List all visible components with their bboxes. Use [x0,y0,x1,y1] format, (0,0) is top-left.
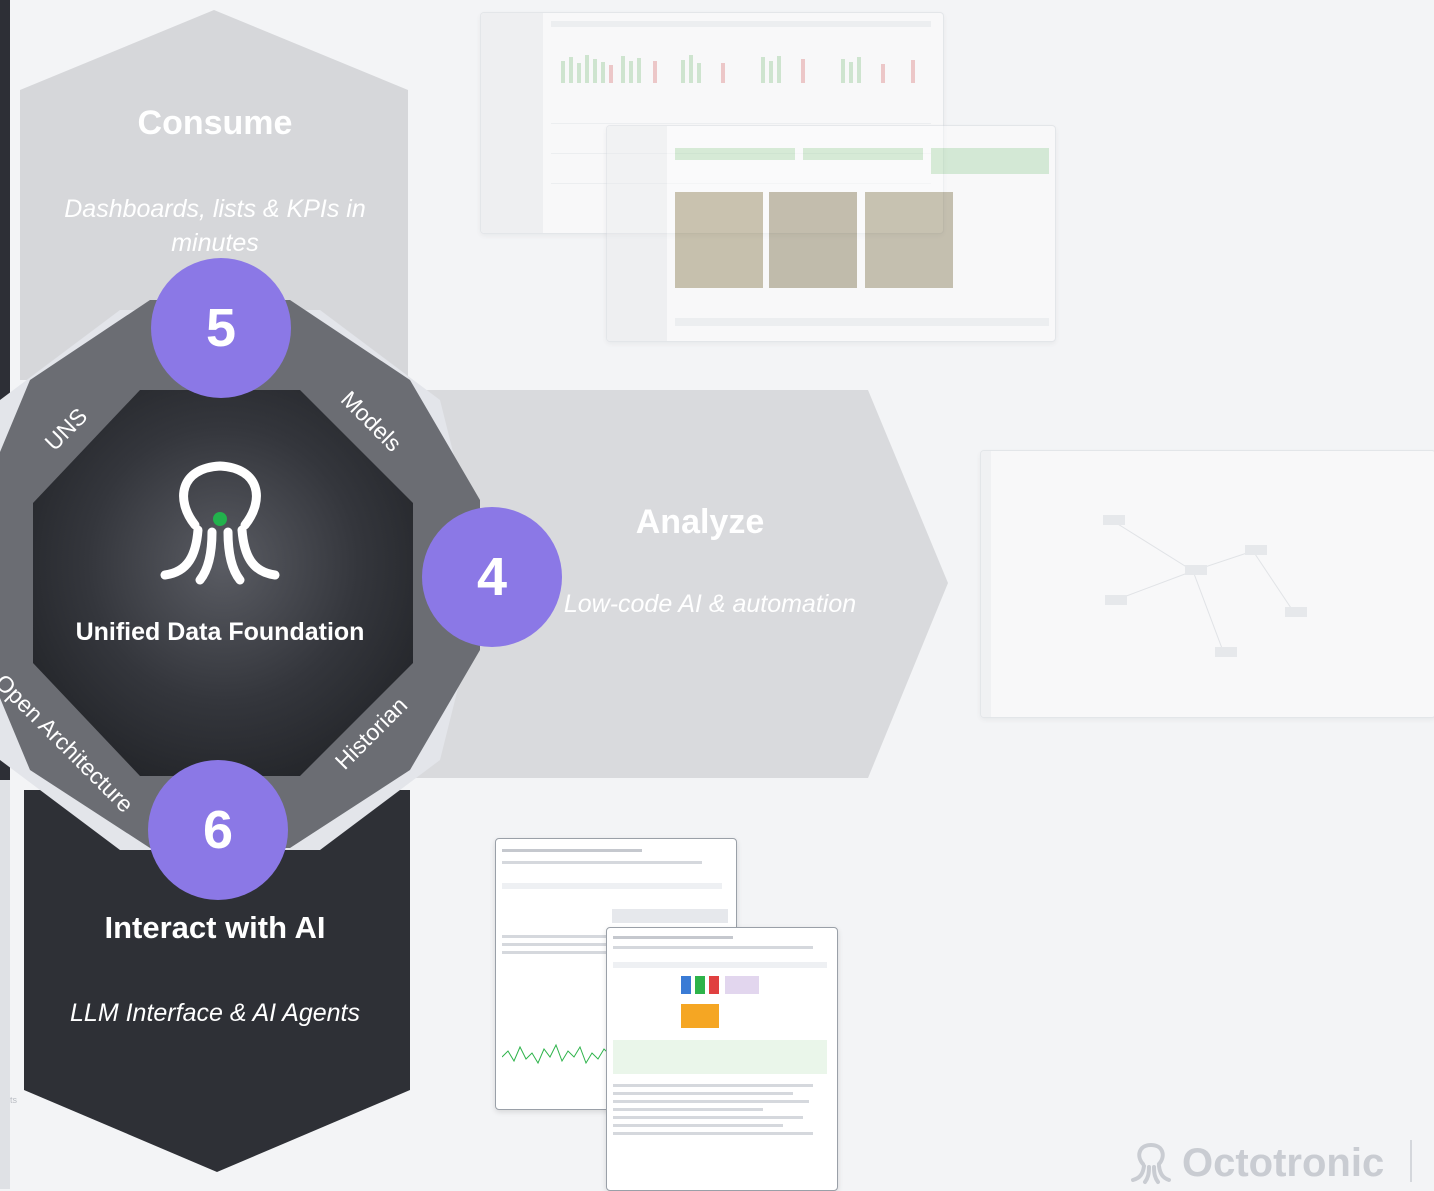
foundation-title: Unified Data Foundation [75,618,365,646]
interact-title: Interact with AI [104,910,326,945]
analyze-subtitle: Low-code AI & automation [563,590,857,618]
step-badge-analyze: 4 [422,507,562,647]
workflow-graph [1103,515,1307,657]
ai-chat-screenshot-2 [606,927,838,1191]
dashboard-screenshot-2 [606,125,1056,342]
dashboard-bar-strip [561,55,915,83]
step-badge-interact: 6 [148,760,288,900]
brand-logo: Octotronic [1128,1140,1384,1186]
analyze-title: Analyze [635,503,765,541]
octopus-icon [1131,1142,1171,1184]
step-badge-consume: 5 [151,258,291,398]
consume-title: Consume [137,104,293,142]
workflow-screenshot [980,450,1434,718]
foundation-core [33,390,413,776]
consume-subtitle: Dashboards, lists & KPIs in minutes [64,195,366,257]
logo-green-dot [213,512,227,526]
brand-name: Octotronic [1182,1140,1385,1185]
brand-divider [1410,1140,1412,1182]
interact-subtitle: LLM Interface & AI Agents [70,999,360,1027]
